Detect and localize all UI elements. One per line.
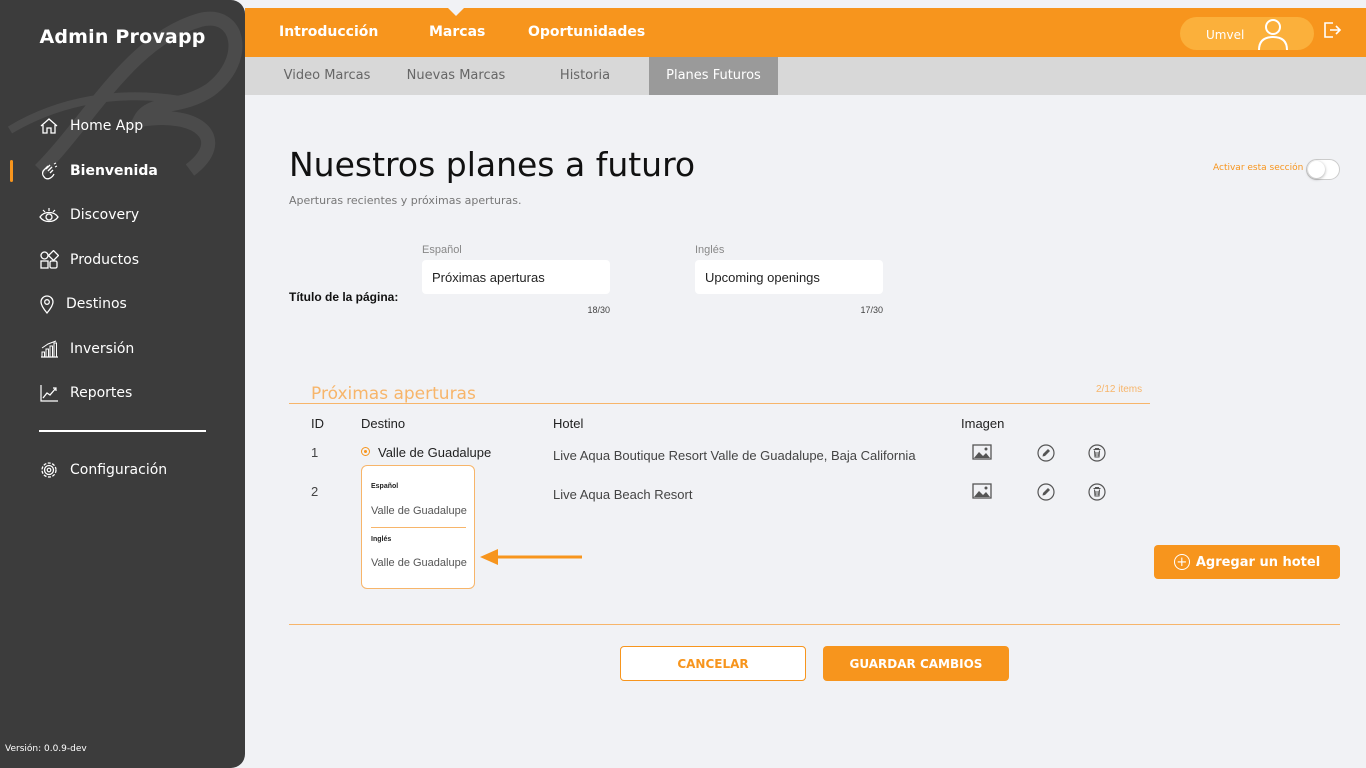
items-count: 2/12 items [1096,384,1143,395]
popover-english-value: Valle de Guadalupe [371,557,467,569]
sidebar-item-label: Bienvenida [70,163,158,179]
popover-spanish-label: Español [371,483,399,490]
destino-radio[interactable] [361,447,370,456]
app-version: Versión: 0.0.9-dev [5,744,87,754]
add-hotel-button[interactable]: + Agregar un hotel [1154,545,1340,579]
sidebar-item-discovery[interactable]: Discovery [0,200,245,230]
image-icon[interactable] [972,444,992,465]
sidebar-item-label: Inversión [70,341,135,357]
row-hotel: Live Aqua Boutique Resort Valle de Guada… [553,448,916,463]
spanish-field-label: Español [422,244,462,256]
sidebar-item-label: Configuración [70,462,168,478]
sub-tab-bar: Video Marcas Nuevas Marcas Historia Plan… [245,57,1366,95]
section-toggle-label: Activar esta sección [1213,163,1304,173]
sidebar-item-label: Reportes [70,385,133,401]
column-header-id: ID [311,416,324,431]
sidebar-item-home-app[interactable]: Home App [0,111,245,141]
delete-icon[interactable] [1088,483,1106,506]
title-spanish-input[interactable] [422,260,610,294]
english-char-counter: 17/30 [860,305,883,315]
sidebar-item-label: Destinos [66,296,127,312]
cancel-button[interactable]: CANCELAR [620,646,806,681]
column-header-imagen: Imagen [961,416,1005,431]
line-chart-icon [38,382,60,404]
user-menu-button[interactable]: Umvel [1180,17,1314,51]
title-english-input[interactable] [695,260,883,294]
tab-oportunidades[interactable]: Oportunidades [528,24,645,40]
column-header-hotel: Hotel [553,416,584,431]
section-divider [289,403,1150,404]
sidebar-item-destinos[interactable]: Destinos [0,289,245,319]
row-hotel: Live Aqua Beach Resort [553,487,693,502]
sidebar-item-inversion[interactable]: Inversión [0,334,245,364]
subtab-video-marcas[interactable]: Video Marcas [271,57,383,95]
popover-english-label: Inglés [371,536,392,543]
popover-spanish-value: Valle de Guadalupe [371,505,467,517]
active-tab-indicator [448,8,464,16]
sidebar-item-configuracion[interactable]: Configuración [0,455,245,485]
spanish-char-counter: 18/30 [587,305,610,315]
image-icon[interactable] [972,483,992,504]
app-brand: Admin Provapp [39,26,206,48]
sidebar-item-reportes[interactable]: Reportes [0,378,245,408]
sidebar-item-label: Productos [70,252,140,268]
sidebar-item-label: Discovery [70,207,140,223]
row-id: 1 [311,445,319,460]
user-name: Umvel [1206,28,1245,42]
page-subtitle: Aperturas recientes y próximas aperturas… [289,194,522,207]
edit-icon[interactable] [1037,444,1055,467]
plus-circle-icon: + [1173,554,1190,570]
english-field-label: Inglés [695,244,725,256]
row-destino[interactable]: Valle de Guadalupe [378,445,491,460]
subtab-planes-futuros[interactable]: Planes Futuros [649,57,778,95]
sidebar-divider [39,430,206,432]
edit-icon[interactable] [1037,483,1055,506]
user-avatar-icon [1255,18,1291,55]
eye-icon [38,204,60,226]
sidebar-item-bienvenida[interactable]: Bienvenida [0,156,245,186]
top-nav-bar: Introducción Marcas Oportunidades Umvel [245,8,1366,57]
home-icon [38,115,60,137]
row-id: 2 [311,484,319,499]
waving-hand-icon [38,160,60,182]
subtab-historia[interactable]: Historia [535,57,635,95]
page-title-field-label: Título de la página: [289,290,399,304]
column-header-destino: Destino [361,416,406,431]
add-hotel-label: Agregar un hotel [1195,554,1321,570]
section-title: Próximas aperturas [311,384,476,404]
logout-icon[interactable] [1322,20,1342,45]
page-title: Nuestros planes a futuro [289,145,696,184]
gear-icon [38,459,60,481]
delete-icon[interactable] [1088,444,1106,467]
subtab-nuevas-marcas[interactable]: Nuevas Marcas [395,57,517,95]
tab-marcas[interactable]: Marcas [429,24,485,40]
footer-divider [289,624,1340,625]
grid-shapes-icon [38,249,60,271]
toggle-knob [1308,161,1325,178]
arrow-left-icon [480,549,582,565]
save-changes-button[interactable]: GUARDAR CAMBIOS [823,646,1009,681]
tab-introduccion[interactable]: Introducción [279,24,378,40]
popover-divider [371,527,466,528]
sidebar-item-label: Home App [70,118,144,134]
destino-translation-popover: Español Valle de Guadalupe Inglés Valle … [361,465,475,589]
bar-chart-icon [38,338,60,360]
sidebar-item-productos[interactable]: Productos [0,245,245,275]
sidebar: Admin Provapp Home App Bienvenida Discov… [0,0,245,768]
location-pin-icon [38,293,56,315]
section-toggle[interactable] [1306,159,1340,180]
